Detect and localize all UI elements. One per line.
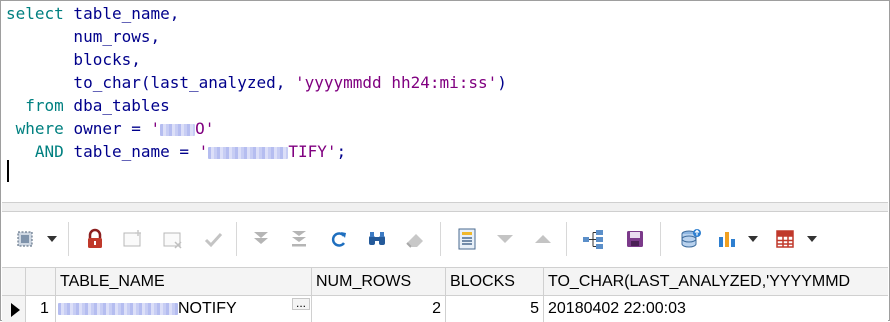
sql-line[interactable]: num_rows, bbox=[6, 25, 507, 48]
sql-line[interactable]: to_char(last_analyzed, 'yyyymmdd hh24:mi… bbox=[6, 71, 507, 94]
redacted-text bbox=[160, 123, 196, 136]
cell-editor-ellipsis-button[interactable]: ... bbox=[292, 297, 310, 310]
column-header-table-name[interactable]: TABLE_NAME bbox=[56, 268, 312, 296]
row-number-header bbox=[26, 268, 56, 296]
select-rows-dropdown-icon[interactable] bbox=[47, 236, 57, 242]
sql-line[interactable]: AND table_name = ' TIFY'; bbox=[6, 140, 507, 163]
column-header-blocks[interactable]: BLOCKS bbox=[446, 268, 544, 296]
grid-options-dropdown-icon[interactable] bbox=[807, 236, 817, 242]
sql-string: TIFY' bbox=[288, 142, 337, 161]
next-record-icon[interactable] bbox=[492, 226, 518, 252]
sql-keyword: from bbox=[25, 96, 64, 115]
text-caret bbox=[7, 160, 9, 182]
save-icon[interactable] bbox=[622, 226, 648, 252]
find-icon[interactable] bbox=[364, 226, 390, 252]
chart-dropdown-icon[interactable] bbox=[748, 236, 758, 242]
previous-record-icon[interactable] bbox=[530, 226, 556, 252]
grid-options-icon[interactable] bbox=[772, 226, 798, 252]
refresh-icon[interactable] bbox=[326, 226, 352, 252]
redacted-text bbox=[208, 146, 289, 159]
export-icon[interactable] bbox=[678, 226, 704, 252]
lock-icon[interactable] bbox=[82, 226, 108, 252]
fetch-all-icon[interactable] bbox=[286, 226, 312, 252]
sql-string: O' bbox=[195, 119, 215, 138]
sql-text: owner = bbox=[63, 119, 151, 138]
column-header-last-analyzed[interactable]: TO_CHAR(LAST_ANALYZED,'YYYYMMD bbox=[544, 268, 888, 296]
delete-record-icon[interactable] bbox=[160, 226, 186, 252]
sql-line[interactable]: select table_name, bbox=[6, 2, 507, 25]
cell-blocks[interactable]: 5 bbox=[446, 296, 544, 322]
sql-line[interactable]: blocks, bbox=[6, 48, 507, 71]
toolbar-separator bbox=[236, 222, 237, 256]
sql-text: ; bbox=[336, 142, 347, 161]
column-header-num-rows[interactable]: NUM_ROWS bbox=[312, 268, 446, 296]
toolbar-separator bbox=[660, 222, 661, 256]
sql-line[interactable]: from dba_tables bbox=[6, 94, 507, 117]
insert-record-icon[interactable] bbox=[120, 226, 146, 252]
grid-corner[interactable] bbox=[2, 268, 26, 296]
sql-editor[interactable]: select table_name, num_rows, blocks, to_… bbox=[2, 2, 888, 202]
redacted-text bbox=[58, 302, 178, 315]
sql-keyword: where bbox=[15, 119, 64, 138]
sql-text: num_rows, bbox=[6, 27, 161, 46]
sql-text: ) bbox=[497, 73, 507, 92]
sql-text: dba_tables bbox=[63, 96, 170, 115]
pane-splitter[interactable] bbox=[2, 202, 888, 212]
cell-num-rows[interactable]: 2 bbox=[312, 296, 446, 322]
sql-line[interactable]: where owner = ' O' bbox=[6, 117, 507, 140]
toolbar-separator bbox=[440, 222, 441, 256]
sql-text: table_name = bbox=[63, 142, 199, 161]
sql-code[interactable]: select table_name, num_rows, blocks, to_… bbox=[6, 2, 507, 186]
results-grid: TABLE_NAME NUM_ROWS BLOCKS TO_CHAR(LAST_… bbox=[2, 267, 888, 322]
sql-keyword: select bbox=[6, 4, 64, 23]
sql-text: blocks, bbox=[6, 50, 141, 69]
current-row-arrow-icon bbox=[11, 303, 20, 317]
select-rows-icon[interactable] bbox=[12, 226, 38, 252]
sql-keyword: AND bbox=[34, 142, 64, 161]
clear-icon[interactable] bbox=[402, 226, 428, 252]
sql-string: ' bbox=[150, 119, 161, 138]
sql-string: 'yyyymmdd hh24:mi:ss' bbox=[294, 73, 498, 92]
single-record-view-icon[interactable] bbox=[454, 226, 480, 252]
sql-text: to_char(last_analyzed, bbox=[6, 73, 295, 92]
row-number: 1 bbox=[26, 296, 56, 322]
chart-icon[interactable] bbox=[714, 226, 740, 252]
query-tree-icon[interactable] bbox=[580, 226, 606, 252]
sql-line[interactable] bbox=[6, 163, 507, 186]
cell-last-analyzed[interactable]: 20180402 22:00:03 bbox=[544, 296, 888, 322]
cell-table-name[interactable]: NOTIFY bbox=[56, 296, 312, 322]
post-changes-icon[interactable] bbox=[200, 226, 226, 252]
window-frame: select table_name, num_rows, blocks, to_… bbox=[0, 0, 890, 322]
sql-string: ' bbox=[198, 142, 209, 161]
toolbar-separator bbox=[68, 222, 69, 256]
sql-text: table_name, bbox=[63, 4, 180, 23]
results-toolbar bbox=[2, 212, 888, 264]
row-indicator[interactable] bbox=[2, 296, 26, 322]
last-record-icon[interactable] bbox=[248, 226, 274, 252]
toolbar-separator bbox=[566, 222, 567, 256]
